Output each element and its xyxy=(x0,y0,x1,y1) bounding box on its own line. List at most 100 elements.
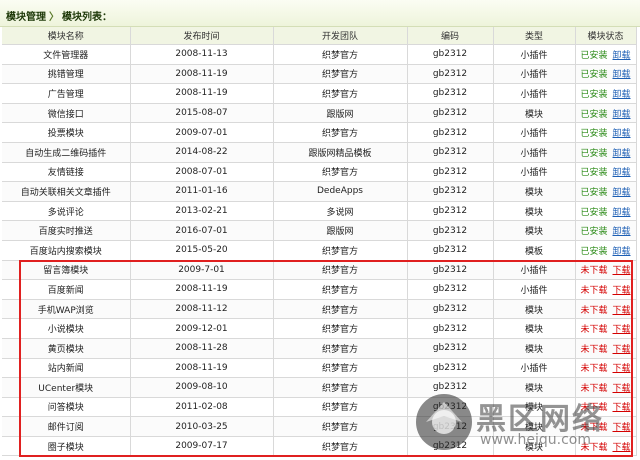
uninstall-link[interactable]: 卸载 xyxy=(613,188,631,198)
module-status: 已安装 卸载 xyxy=(575,44,637,65)
status-label: 已安装 xyxy=(580,168,608,179)
module-status: 已安装 卸载 xyxy=(575,220,637,241)
uninstall-link[interactable]: 卸载 xyxy=(613,208,631,218)
module-status: 已安装 卸载 xyxy=(575,83,637,104)
encoding: gb2312 xyxy=(407,318,494,339)
release-date: 2009-7-01 xyxy=(130,260,274,281)
status-label: 已安装 xyxy=(580,246,608,257)
column-header-date: 发布时间 xyxy=(130,27,274,45)
module-status: 已安装 卸载 xyxy=(575,201,637,222)
module-type: 模板 xyxy=(493,240,576,261)
module-status: 未下载 下载 xyxy=(575,299,637,320)
module-table: 模块名称 发布时间 开发团队 编码 类型 模块状态 文件管理器 2008-11-1… xyxy=(2,27,637,457)
uninstall-link[interactable]: 卸载 xyxy=(613,168,631,178)
module-type: 小插件 xyxy=(493,44,576,65)
download-link[interactable]: 下载 xyxy=(613,266,631,276)
module-status: 未下载 下载 xyxy=(575,318,637,339)
download-link[interactable]: 下载 xyxy=(613,443,631,453)
download-link[interactable]: 下载 xyxy=(613,286,631,296)
dev-team: DedeApps xyxy=(273,181,408,202)
status-label: 未下载 xyxy=(580,305,608,316)
encoding: gb2312 xyxy=(407,260,494,281)
status-label: 未下载 xyxy=(580,364,608,375)
breadcrumb-root-link[interactable]: 模块管理 xyxy=(6,12,46,23)
dev-team: 织梦官方 xyxy=(273,358,408,379)
table-row: 广告管理 2008-11-19 织梦官方 gb2312 小插件 已安装 卸载 xyxy=(2,83,637,104)
dev-team: 织梦官方 xyxy=(273,338,408,359)
module-status: 未下载 下载 xyxy=(575,260,637,281)
release-date: 2009-07-01 xyxy=(130,122,274,143)
module-type: 模块 xyxy=(493,338,576,359)
release-date: 2015-05-20 xyxy=(130,240,274,261)
module-type: 模块 xyxy=(493,416,576,437)
status-label: 已安装 xyxy=(580,50,608,61)
uninstall-link[interactable]: 卸载 xyxy=(613,149,631,159)
table-row: 小说模块 2009-12-01 织梦官方 gb2312 模块 未下载 下载 xyxy=(2,318,637,339)
module-status: 已安装 卸载 xyxy=(575,162,637,183)
release-date: 2008-11-19 xyxy=(130,83,274,104)
uninstall-link[interactable]: 卸载 xyxy=(613,110,631,120)
column-header-code: 编码 xyxy=(407,27,494,45)
module-status: 未下载 下载 xyxy=(575,377,637,398)
encoding: gb2312 xyxy=(407,220,494,241)
download-link[interactable]: 下载 xyxy=(613,325,631,335)
status-label: 未下载 xyxy=(580,285,608,296)
uninstall-link[interactable]: 卸载 xyxy=(613,247,631,257)
status-label: 未下载 xyxy=(580,403,608,414)
module-name: 百度新闻 xyxy=(2,279,131,300)
status-label: 已安装 xyxy=(580,129,608,140)
release-date: 2008-11-12 xyxy=(130,299,274,320)
uninstall-link[interactable]: 卸载 xyxy=(613,70,631,80)
download-link[interactable]: 下载 xyxy=(613,384,631,394)
column-header-type: 类型 xyxy=(493,27,576,45)
download-link[interactable]: 下载 xyxy=(613,306,631,316)
module-status: 未下载 下载 xyxy=(575,358,637,379)
uninstall-link[interactable]: 卸载 xyxy=(613,129,631,139)
uninstall-link[interactable]: 卸载 xyxy=(613,227,631,237)
table-row: 圈子模块 2009-07-17 织梦官方 gb2312 模块 未下载 下载 xyxy=(2,436,637,457)
encoding: gb2312 xyxy=(407,338,494,359)
dev-team: 跟版网 xyxy=(273,220,408,241)
status-label: 已安装 xyxy=(580,207,608,218)
table-row: 挑错管理 2008-11-19 织梦官方 gb2312 小插件 已安装 卸载 xyxy=(2,64,637,85)
status-label: 已安装 xyxy=(580,148,608,159)
encoding: gb2312 xyxy=(407,83,494,104)
module-status: 未下载 下载 xyxy=(575,338,637,359)
release-date: 2010-03-25 xyxy=(130,416,274,437)
module-status: 未下载 下载 xyxy=(575,279,637,300)
module-name: 百度实时推送 xyxy=(2,220,131,241)
dev-team: 织梦官方 xyxy=(273,240,408,261)
breadcrumb-current: 模块列表： xyxy=(62,12,112,23)
table-row: 友情链接 2008-07-01 织梦官方 gb2312 小插件 已安装 卸载 xyxy=(2,162,637,183)
encoding: gb2312 xyxy=(407,436,494,457)
uninstall-link[interactable]: 卸载 xyxy=(613,51,631,61)
module-type: 模块 xyxy=(493,436,576,457)
download-link[interactable]: 下载 xyxy=(613,345,631,355)
module-name: 问答模块 xyxy=(2,397,131,418)
encoding: gb2312 xyxy=(407,240,494,261)
download-link[interactable]: 下载 xyxy=(613,403,631,413)
module-status: 已安装 卸载 xyxy=(575,142,637,163)
module-name: 小说模块 xyxy=(2,318,131,339)
table-row: 手机WAP浏览 2008-11-12 织梦官方 gb2312 模块 未下载 下载 xyxy=(2,299,637,320)
dev-team: 织梦官方 xyxy=(273,299,408,320)
release-date: 2008-11-19 xyxy=(130,358,274,379)
table-row: 文件管理器 2008-11-13 织梦官方 gb2312 小插件 已安装 卸载 xyxy=(2,44,637,65)
encoding: gb2312 xyxy=(407,181,494,202)
encoding: gb2312 xyxy=(407,201,494,222)
module-status: 未下载 下载 xyxy=(575,436,637,457)
release-date: 2008-07-01 xyxy=(130,162,274,183)
module-name: 自动关联相关文章插件 xyxy=(2,181,131,202)
uninstall-link[interactable]: 卸载 xyxy=(613,90,631,100)
encoding: gb2312 xyxy=(407,299,494,320)
breadcrumb-separator: 〉 xyxy=(49,12,59,23)
dev-team: 跟版网 xyxy=(273,103,408,124)
module-name: 站内新闻 xyxy=(2,358,131,379)
download-link[interactable]: 下载 xyxy=(613,364,631,374)
column-header-status: 模块状态 xyxy=(575,27,637,45)
encoding: gb2312 xyxy=(407,64,494,85)
module-type: 小插件 xyxy=(493,64,576,85)
download-link[interactable]: 下载 xyxy=(613,423,631,433)
module-status: 已安装 卸载 xyxy=(575,240,637,261)
release-date: 2009-08-10 xyxy=(130,377,274,398)
